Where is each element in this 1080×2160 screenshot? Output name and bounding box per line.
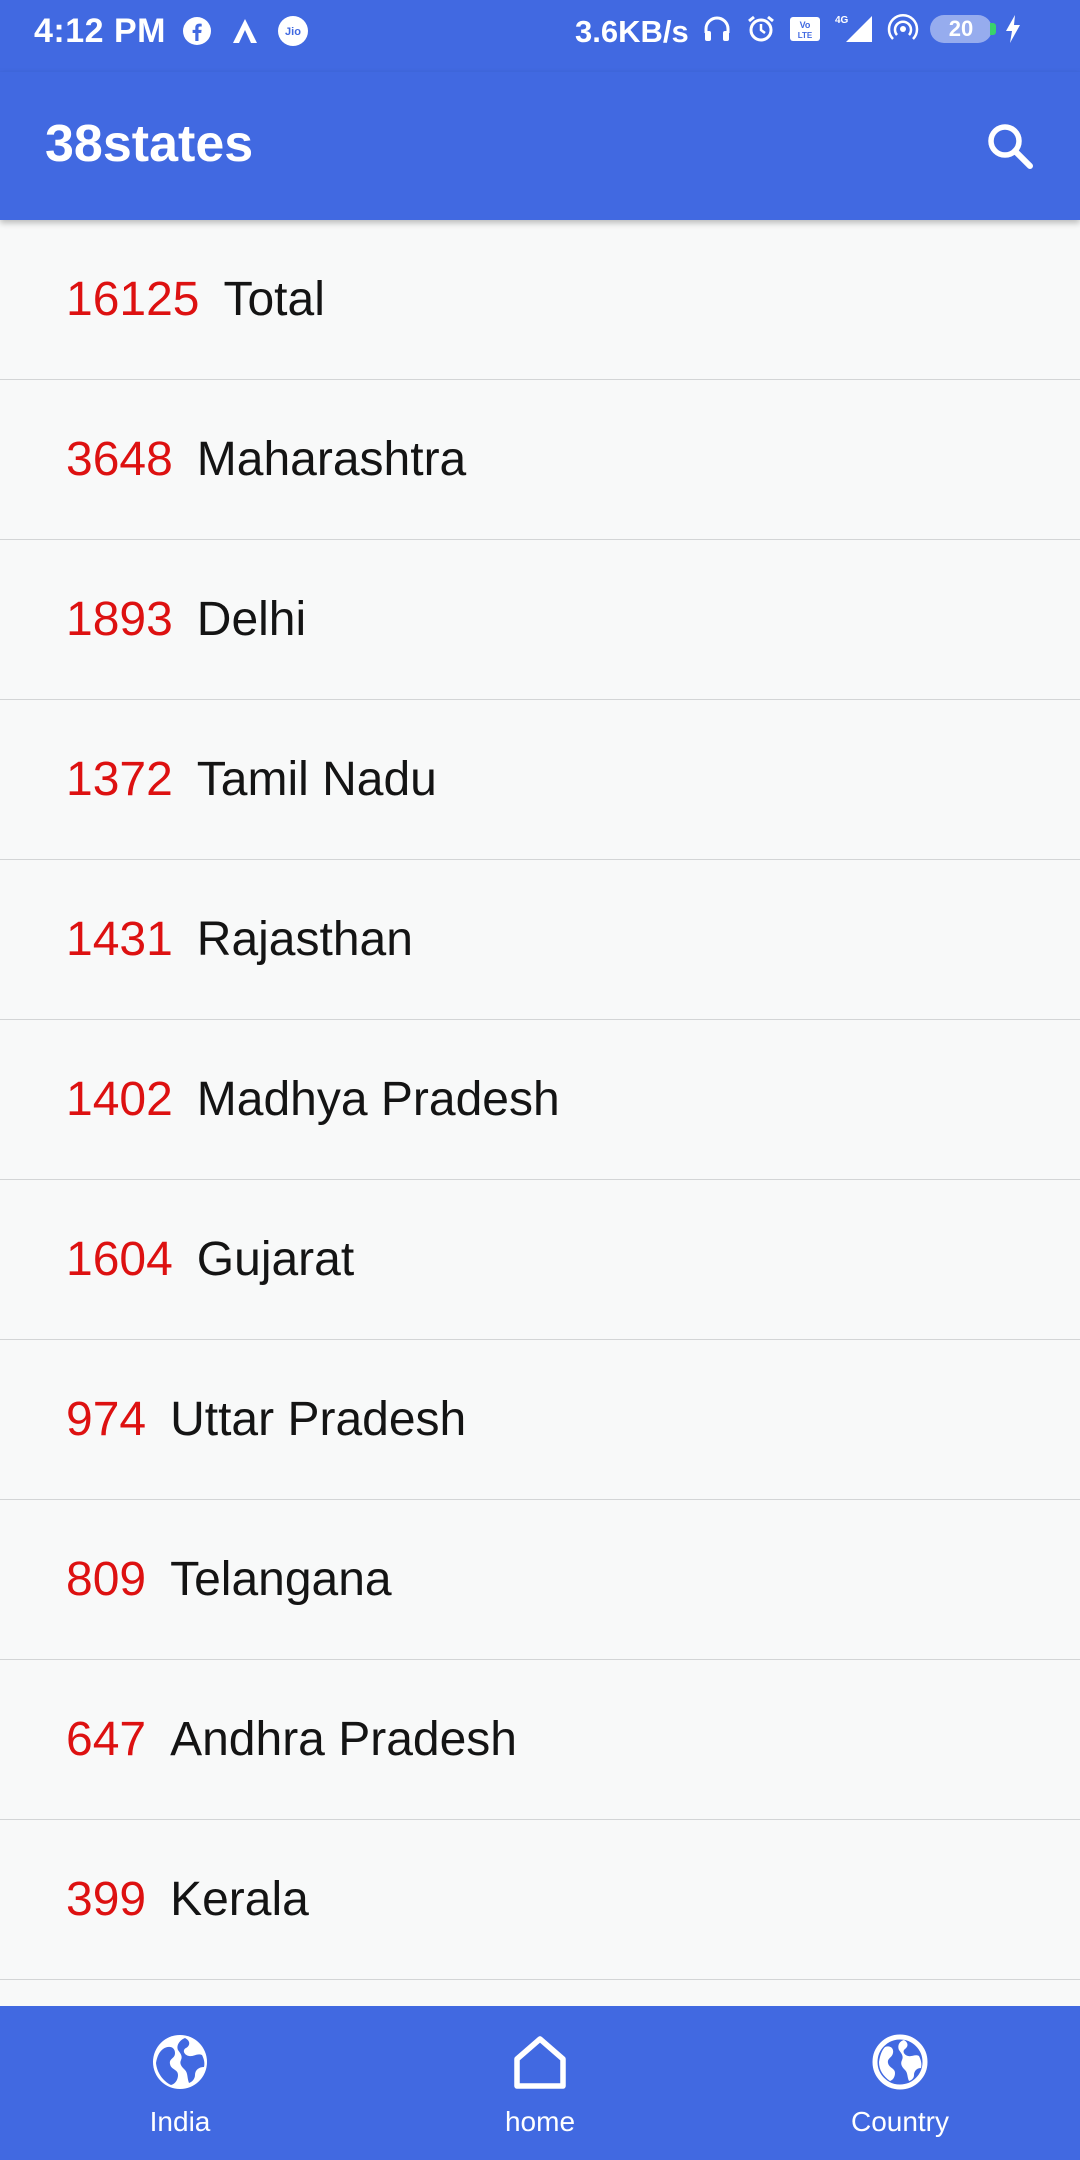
list-item[interactable]: 1402 Madhya Pradesh (0, 1020, 1080, 1180)
svg-text:4G: 4G (835, 15, 849, 26)
state-name: Uttar Pradesh (170, 1393, 467, 1446)
app-title: 38states (45, 115, 254, 173)
globe-icon (150, 2032, 210, 2092)
case-count: 1893 (66, 593, 173, 646)
state-name: Kerala (170, 1873, 309, 1926)
nav-item-home[interactable]: home (360, 2006, 720, 2160)
case-count: 647 (66, 1713, 147, 1766)
state-name: Delhi (196, 593, 307, 646)
list-item[interactable]: 974 Uttar Pradesh (0, 1340, 1080, 1500)
case-count: 1604 (66, 1233, 173, 1286)
state-name: Maharashtra (196, 433, 467, 486)
list-item[interactable]: 399 Kerala (0, 1820, 1080, 1980)
globe-icon (870, 2032, 930, 2092)
headphones-icon (700, 12, 734, 46)
jio-icon: Jio (276, 14, 310, 48)
state-name: Tamil Nadu (196, 753, 437, 806)
case-count: 1431 (66, 913, 173, 966)
search-icon (988, 124, 1033, 169)
list-item[interactable]: 3648 Maharashtra (0, 380, 1080, 540)
a-app-icon (228, 14, 262, 48)
case-count: 809 (66, 1553, 147, 1606)
case-count: 1372 (66, 753, 173, 806)
case-count: 3648 (66, 433, 173, 486)
svg-text:Jio: Jio (285, 26, 301, 38)
nav-label-home: home (504, 2106, 576, 2137)
state-name: Total (223, 273, 325, 326)
list-item[interactable]: 1604 Gujarat (0, 1180, 1080, 1340)
list-item[interactable]: 16125 Total (0, 220, 1080, 380)
volte-icon: Vo LTE (788, 12, 822, 46)
nav-label-india: India (149, 2106, 211, 2137)
facebook-icon (180, 14, 214, 48)
nav-item-country[interactable]: Country (720, 2006, 1080, 2160)
alarm-icon (744, 12, 778, 46)
signal-icon: 4G (832, 12, 876, 46)
state-name: Rajasthan (196, 913, 413, 966)
list-item[interactable] (0, 1980, 1080, 2006)
list-item[interactable]: 1893 Delhi (0, 540, 1080, 700)
home-icon (510, 2032, 570, 2092)
case-count: 1402 (66, 1073, 173, 1126)
case-count: 16125 (66, 273, 200, 326)
svg-text:LTE: LTE (798, 31, 813, 40)
list-item[interactable]: 1431 Rajasthan (0, 860, 1080, 1020)
network-speed: 3.6KB/s (575, 14, 689, 49)
status-left-icons: Jio (180, 14, 310, 48)
state-name: Madhya Pradesh (196, 1073, 560, 1126)
status-bar: 4:12 PM Jio 3.6KB/s Vo LTE 4G 20 (0, 0, 1080, 72)
status-time: 4:12 PM (34, 12, 166, 50)
state-name: Telangana (170, 1553, 392, 1606)
case-count: 399 (66, 1873, 147, 1926)
state-name: Gujarat (196, 1233, 355, 1286)
battery-level: 20 (948, 16, 974, 41)
case-count: 974 (66, 1393, 147, 1446)
bottom-nav: India home Country (0, 2006, 1080, 2160)
list-item[interactable]: 647 Andhra Pradesh (0, 1660, 1080, 1820)
charging-icon (1002, 12, 1024, 46)
app-bar: 38states (0, 72, 1080, 220)
nav-item-india[interactable]: India (0, 2006, 360, 2160)
battery-tip (990, 23, 996, 35)
list-item[interactable]: 809 Telangana (0, 1500, 1080, 1660)
nav-label-country: Country (850, 2106, 950, 2137)
state-list[interactable]: 16125 Total 3648 Maharashtra 1893 Delhi … (0, 220, 1080, 2006)
state-name: Andhra Pradesh (170, 1713, 517, 1766)
status-right-icons: Vo LTE 4G 20 (700, 12, 1024, 46)
battery-icon: 20 (930, 15, 996, 43)
app-screen: 4:12 PM Jio 3.6KB/s Vo LTE 4G 20 38state… (0, 0, 1080, 2160)
list-item[interactable]: 1372 Tamil Nadu (0, 700, 1080, 860)
hotspot-icon (886, 12, 920, 46)
svg-text:Vo: Vo (800, 20, 811, 30)
search-button[interactable] (970, 106, 1050, 186)
